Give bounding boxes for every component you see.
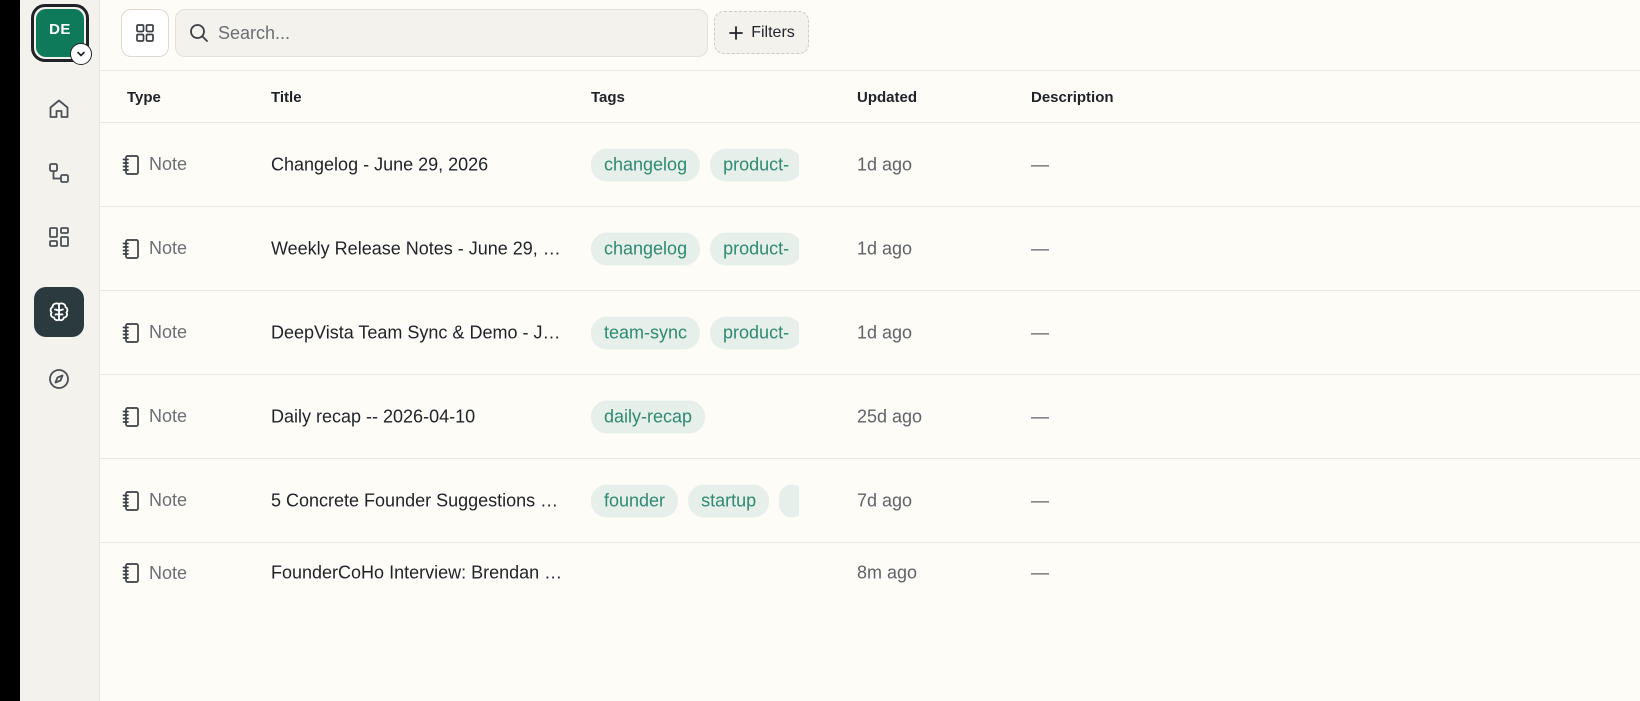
table-row[interactable]: Note DeepVista Team Sync & Demo - J… tea… [100,291,1640,375]
type-label: Note [149,562,188,583]
search-input[interactable] [218,22,698,44]
type-label: Note [149,154,188,174]
chevron-down-icon [70,43,92,65]
notebook-icon [122,238,139,259]
sidebar-item-dashboard[interactable] [34,212,84,262]
description-cell: — [1031,238,1049,258]
table-row[interactable]: Note Weekly Release Notes - June 29, … c… [100,207,1640,291]
updated-cell: 1d ago [857,322,913,342]
tags-cell: team-sync product- [591,316,799,349]
updated-cell: 7d ago [857,490,913,510]
graph-icon [49,163,69,183]
account-switcher[interactable]: DE [31,4,92,65]
search-icon [190,24,208,42]
sidebar-item-explore[interactable] [34,354,84,404]
type-cell: Note [121,322,187,344]
table-row[interactable]: Note Changelog - June 29, 2026 changelog… [100,123,1640,207]
column-header-title[interactable]: Title [271,89,302,106]
column-header-updated[interactable]: Updated [857,89,917,106]
filters-label: Filters [751,23,795,41]
table-header: Type Title Tags Updated Description [100,71,1640,123]
notebook-icon [122,563,139,583]
table-row[interactable]: Note Daily recap -- 2026-04-10 daily-rec… [100,375,1640,459]
type-label: Note [149,490,188,510]
tags-cell: daily-recap [591,400,799,433]
notebook-icon [122,406,139,427]
tag-chip[interactable]: daily-recap [591,400,706,433]
tag-chip[interactable]: team-sync [591,316,701,349]
type-cell: Note [121,238,187,260]
tag-chip[interactable]: startup [688,484,770,517]
sidebar-item-graph[interactable] [34,148,84,198]
tags-cell: changelog product- [591,232,799,265]
table-row[interactable]: Note 5 Concrete Founder Suggestions … fo… [100,459,1640,543]
title-cell: DeepVista Team Sync & Demo - J… [271,322,561,342]
tag-chip[interactable] [779,484,799,517]
toolbar: Filters [100,0,1640,71]
type-cell: Note [121,562,187,584]
description-cell: — [1031,154,1049,174]
tag-chip[interactable]: changelog [591,148,701,181]
tag-chip[interactable]: product- [710,148,799,181]
type-cell: Note [121,406,187,428]
tag-chip[interactable]: product- [710,232,799,265]
type-cell: Note [121,154,187,176]
column-header-tags[interactable]: Tags [591,89,625,106]
tags-cell: founder startup [591,484,799,517]
type-cell: Note [121,490,187,512]
search-box [175,9,708,57]
filters-button[interactable]: Filters [714,11,809,54]
notebook-icon [122,322,139,343]
tag-chip[interactable]: product- [710,316,799,349]
table-body: Note Changelog - June 29, 2026 changelog… [100,123,1640,603]
column-header-type[interactable]: Type [127,89,161,106]
title-cell: Weekly Release Notes - June 29, … [271,238,561,258]
updated-cell: 1d ago [857,154,913,174]
tag-chip[interactable]: changelog [591,232,701,265]
dashboard-icon [49,227,69,247]
title-cell: Daily recap -- 2026-04-10 [271,406,476,426]
type-label: Note [149,322,188,342]
sidebar-item-home[interactable] [34,84,84,134]
sidebar-item-brain[interactable] [34,287,84,337]
home-icon [49,99,69,118]
compass-icon [49,369,69,389]
description-cell: — [1031,322,1049,342]
updated-cell: 8m ago [857,562,918,583]
brain-icon [49,302,69,322]
tag-chip[interactable]: founder [591,484,679,517]
updated-cell: 1d ago [857,238,913,258]
notes-table: Type Title Tags Updated Description Note… [100,71,1640,603]
plus-icon [729,25,744,40]
tags-cell: changelog product- [591,148,799,181]
notebook-icon [122,490,139,511]
title-cell: 5 Concrete Founder Suggestions … [271,490,559,510]
description-cell: — [1031,562,1049,583]
column-header-description[interactable]: Description [1031,89,1114,106]
type-label: Note [149,406,188,426]
title-cell: Changelog - June 29, 2026 [271,154,489,174]
description-cell: — [1031,406,1049,426]
notebook-icon [122,154,139,175]
title-cell: FounderCoHo Interview: Brendan … [271,562,563,583]
table-row[interactable]: Note FounderCoHo Interview: Brendan … 8m… [100,543,1640,603]
grid-icon [136,24,154,42]
window-edge [0,0,20,701]
updated-cell: 25d ago [857,406,923,426]
description-cell: — [1031,490,1049,510]
view-toggle-button[interactable] [121,9,169,57]
sidebar: DE [20,0,100,701]
type-label: Note [149,238,188,258]
